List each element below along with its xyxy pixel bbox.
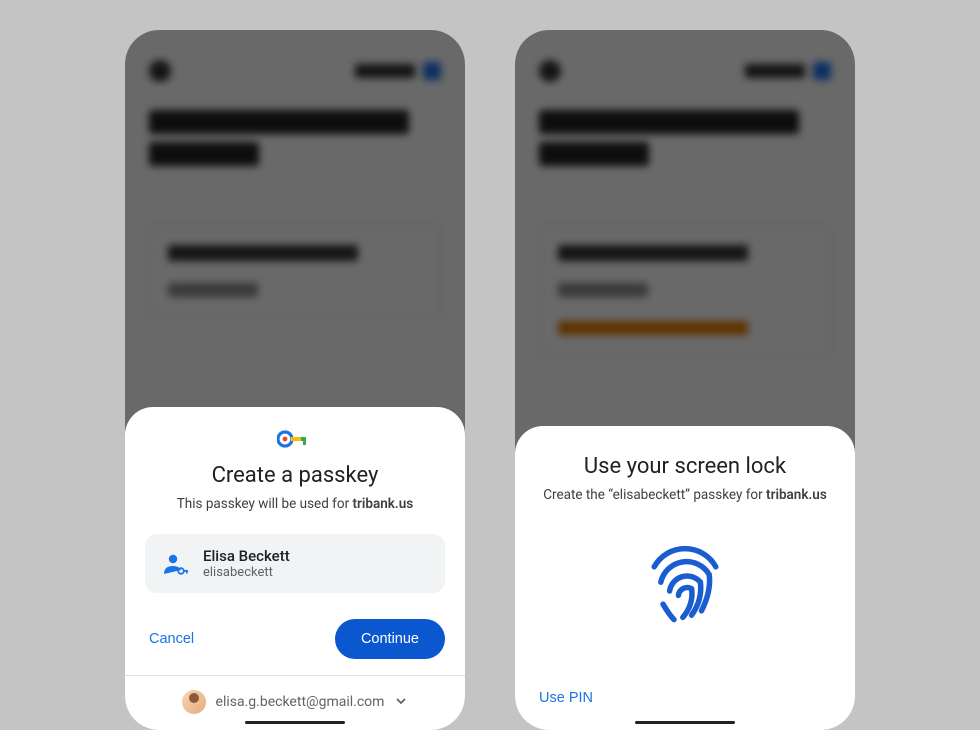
fingerprint-icon[interactable] <box>535 525 835 635</box>
footer-account-selector[interactable]: elisa.g.beckett@gmail.com <box>145 676 445 718</box>
avatar <box>182 690 206 714</box>
person-key-icon <box>161 552 189 576</box>
cancel-button[interactable]: Cancel <box>145 623 198 655</box>
account-username: elisabeckett <box>203 565 290 580</box>
chevron-down-icon <box>394 693 408 712</box>
button-row: Cancel Continue <box>145 619 445 659</box>
continue-button[interactable]: Continue <box>335 619 445 659</box>
subtitle-domain: tribank.us <box>766 487 827 503</box>
account-card[interactable]: Elisa Beckett elisabeckett <box>145 534 445 593</box>
phone-right: Use your screen lock Create the “elisabe… <box>515 30 855 730</box>
account-text: Elisa Beckett elisabeckett <box>203 547 290 580</box>
home-indicator <box>635 721 735 725</box>
subtitle-username: elisabeckett <box>613 487 686 503</box>
screen-lock-sheet: Use your screen lock Create the “elisabe… <box>515 426 855 730</box>
subtitle-domain: tribank.us <box>353 496 414 512</box>
footer-email: elisa.g.beckett@gmail.com <box>216 694 385 710</box>
passkey-create-sheet: Create a passkey This passkey will be us… <box>125 407 465 730</box>
phone-left: Create a passkey This passkey will be us… <box>125 30 465 730</box>
sheet-subtitle: This passkey will be used for tribank.us <box>145 496 445 512</box>
sheet-subtitle: Create the “elisabeckett” passkey for tr… <box>535 487 835 503</box>
passkey-key-icon <box>145 429 445 449</box>
use-pin-button[interactable]: Use PIN <box>539 690 593 706</box>
subtitle-prefix: Create the “ <box>543 487 612 503</box>
use-pin-row: Use PIN <box>535 675 835 718</box>
subtitle-middle: ” passkey for <box>685 487 766 503</box>
sheet-title: Use your screen lock <box>535 454 835 479</box>
subtitle-prefix: This passkey will be used for <box>177 496 353 512</box>
sheet-title: Create a passkey <box>145 463 445 488</box>
account-name: Elisa Beckett <box>203 547 290 565</box>
home-indicator <box>245 721 345 725</box>
